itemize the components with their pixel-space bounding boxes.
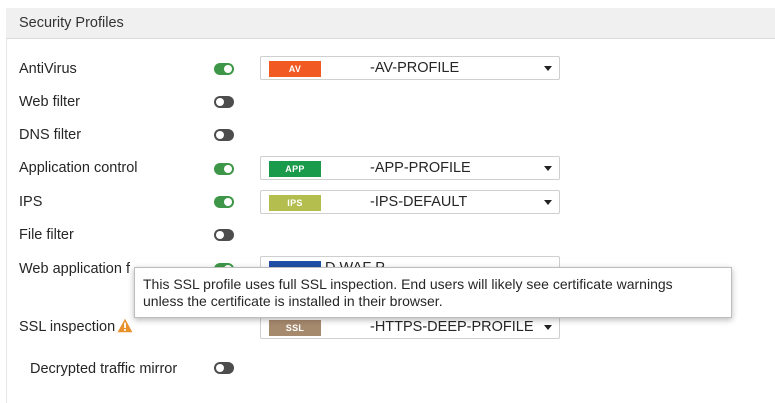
ssl-warning-tooltip: This SSL profile uses full SSL inspectio…: [134, 267, 732, 318]
ips-toggle[interactable]: [214, 196, 234, 208]
ips-profile-select[interactable]: IPS -IPS-DEFAULT: [260, 190, 560, 214]
waf-label: Web application f: [19, 261, 130, 277]
top-strip: [0, 0, 775, 8]
decrypted-traffic-mirror-label: Decrypted traffic mirror: [30, 361, 178, 377]
toggle-knob: [216, 98, 224, 106]
av-badge: AV: [269, 61, 321, 77]
antivirus-profile-select[interactable]: AV -AV-PROFILE: [260, 56, 560, 80]
toggle-knob: [224, 165, 232, 173]
application-control-profile-select[interactable]: APP -APP-PROFILE: [260, 156, 560, 180]
toggle-knob: [216, 231, 224, 239]
ssl-profile-value: -HTTPS-DEEP-PROFILE: [370, 319, 534, 335]
web-filter-toggle[interactable]: [214, 96, 234, 108]
antivirus-profile-value: -AV-PROFILE: [370, 60, 460, 76]
antivirus-toggle[interactable]: [214, 63, 234, 75]
chevron-down-icon: [544, 200, 552, 205]
section-title: Security Profiles: [19, 15, 124, 31]
dns-filter-label: DNS filter: [19, 127, 82, 143]
ips-label: IPS: [19, 194, 43, 210]
chevron-down-icon: [544, 166, 552, 171]
section-border: [6, 39, 7, 403]
antivirus-label: AntiVirus: [19, 61, 77, 77]
chevron-down-icon: [544, 66, 552, 71]
ssl-badge: SSL: [269, 320, 321, 336]
app-badge: APP: [269, 161, 321, 177]
ips-badge: IPS: [269, 195, 321, 211]
tooltip-line-2: unless the certificate is installed in t…: [143, 293, 443, 309]
web-filter-label: Web filter: [19, 94, 80, 110]
application-control-toggle[interactable]: [214, 163, 234, 175]
ips-profile-value: -IPS-DEFAULT: [370, 194, 468, 210]
file-filter-label: File filter: [19, 227, 74, 243]
dns-filter-toggle[interactable]: [214, 129, 234, 141]
ssl-inspection-label: SSL inspection: [19, 319, 116, 335]
section-header: Security Profiles: [6, 8, 775, 39]
toggle-knob: [216, 131, 224, 139]
toggle-knob: [216, 364, 224, 372]
tooltip-line-1: This SSL profile uses full SSL inspectio…: [143, 276, 673, 292]
toggle-knob: [224, 65, 232, 73]
file-filter-toggle[interactable]: [214, 229, 234, 241]
ssl-profile-select[interactable]: SSL -HTTPS-DEEP-PROFILE: [260, 315, 560, 339]
toggle-knob: [224, 198, 232, 206]
chevron-down-icon: [544, 325, 552, 330]
warning-triangle-icon[interactable]: [117, 318, 133, 333]
application-control-profile-value: -APP-PROFILE: [370, 160, 471, 176]
application-control-label: Application control: [19, 160, 138, 176]
decrypted-traffic-mirror-toggle[interactable]: [214, 362, 234, 374]
